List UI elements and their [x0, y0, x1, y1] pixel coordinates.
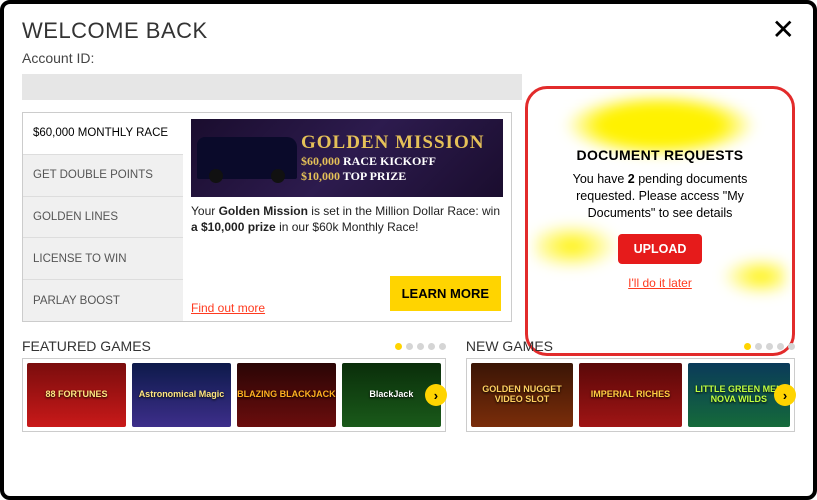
banner-subtitle-2: $10,000 TOP PRIZE [301, 169, 484, 184]
account-id-label: Account ID: [22, 50, 795, 66]
banner-title: GOLDEN MISSION [301, 132, 484, 154]
car-icon [197, 137, 297, 179]
new-games-strip: GOLDEN NUGGET VIDEO SLOT IMPERIAL RICHES… [466, 358, 795, 432]
document-requests-panel: DOCUMENT REQUESTS You have 2 pending doc… [525, 86, 795, 356]
upload-button[interactable]: UPLOAD [618, 234, 703, 264]
promo-description: Your Golden Mission is set in the Millio… [191, 203, 503, 235]
page-title: WELCOME BACK [22, 18, 795, 44]
featured-next-button[interactable]: › [425, 384, 447, 406]
game-tile[interactable]: IMPERIAL RICHES [579, 363, 681, 427]
tab-license-to-win[interactable]: LICENSE TO WIN [23, 238, 183, 280]
tab-double-points[interactable]: GET DOUBLE POINTS [23, 155, 183, 197]
game-tile[interactable]: Astronomical Magic [132, 363, 231, 427]
promo-tabs: $60,000 MONTHLY RACE GET DOUBLE POINTS G… [23, 113, 183, 321]
featured-games-strip: 88 FORTUNES Astronomical Magic BLAZING B… [22, 358, 446, 432]
tab-parlay-boost[interactable]: PARLAY BOOST [23, 280, 183, 321]
featured-games-section: FEATURED GAMES 88 FORTUNES Astronomical … [22, 338, 446, 432]
new-next-button[interactable]: › [774, 384, 796, 406]
promo-banner: GOLDEN MISSION $60,000 RACE KICKOFF $10,… [191, 119, 503, 197]
featured-games-title: FEATURED GAMES [22, 338, 151, 354]
tab-monthly-race[interactable]: $60,000 MONTHLY RACE [23, 113, 183, 155]
new-games-section: NEW GAMES GOLDEN NUGGET VIDEO SLOT IMPER… [466, 338, 795, 432]
game-tile[interactable]: 88 FORTUNES [27, 363, 126, 427]
welcome-modal: ✕ WELCOME BACK Account ID: $60,000 MONTH… [0, 0, 817, 500]
featured-pagination[interactable] [395, 343, 446, 350]
game-tile[interactable]: GOLDEN NUGGET VIDEO SLOT [471, 363, 573, 427]
tab-golden-lines[interactable]: GOLDEN LINES [23, 197, 183, 239]
promo-panel: $60,000 MONTHLY RACE GET DOUBLE POINTS G… [22, 112, 512, 322]
do-it-later-link[interactable]: I'll do it later [628, 276, 692, 290]
game-tile[interactable]: BLAZING BLACKJACK [237, 363, 336, 427]
doc-requests-title: DOCUMENT REQUESTS [544, 147, 776, 163]
learn-more-button[interactable]: LEARN MORE [390, 276, 501, 311]
close-icon[interactable]: ✕ [772, 16, 795, 44]
banner-subtitle-1: $60,000 RACE KICKOFF [301, 154, 484, 169]
new-games-title: NEW GAMES [466, 338, 553, 354]
doc-requests-message: You have 2 pending documents requested. … [544, 171, 776, 222]
new-pagination[interactable] [744, 343, 795, 350]
account-id-bar [22, 74, 522, 100]
promo-content: GOLDEN MISSION $60,000 RACE KICKOFF $10,… [183, 113, 511, 321]
